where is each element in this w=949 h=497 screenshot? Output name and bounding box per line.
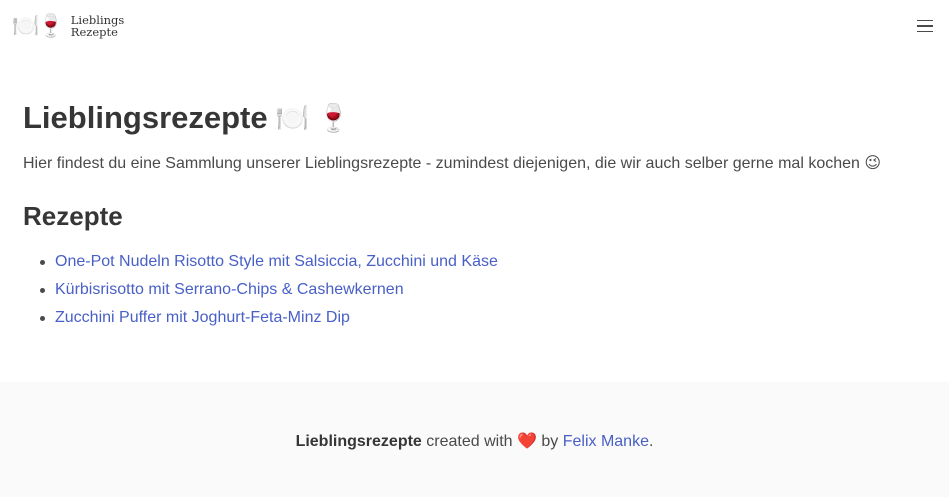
section-heading-recipes: Rezepte: [23, 201, 123, 231]
footer-created-with: created with: [426, 433, 513, 450]
plate-and-wine-icon: 🍽️🍷: [12, 13, 65, 38]
burger-line: [917, 25, 933, 27]
footer: Lieblingsrezepte created with ❤️ by Feli…: [0, 382, 949, 497]
author-link[interactable]: Felix Manke: [563, 433, 649, 450]
footer-by: by: [541, 433, 559, 450]
recipe-list: One-Pot Nudeln Risotto Style mit Salsicc…: [23, 248, 923, 332]
page-title: Lieblingsrezepte 🍽️ 🍷: [23, 98, 923, 138]
footer-period: .: [648, 433, 654, 450]
burger-line: [917, 19, 933, 22]
footer-site-name: Lieblingsrezepte: [295, 433, 422, 450]
hamburger-menu-icon[interactable]: [911, 12, 939, 40]
list-item: One-Pot Nudeln Risotto Style mit Salsicc…: [40, 248, 923, 276]
recipe-link[interactable]: Kürbisrisotto mit Serrano-Chips & Cashew…: [55, 281, 404, 298]
list-item: Kürbisrisotto mit Serrano-Chips & Cashew…: [40, 276, 923, 304]
burger-line: [917, 30, 933, 33]
recipe-link[interactable]: Zucchini Puffer mit Joghurt-Feta-Minz Di…: [55, 309, 350, 326]
navbar: 🍽️🍷 Lieblings Rezepte: [0, 0, 949, 52]
plate-and-wine-icon: 🍽️ 🍷: [275, 103, 351, 133]
brand-line-2: Rezepte: [70, 25, 118, 39]
page: 🍽️🍷 Lieblings Rezepte Lieblingsrezepte 🍽…: [0, 0, 949, 497]
brand-logo-link[interactable]: 🍽️🍷 Lieblings Rezepte: [12, 10, 124, 42]
page-title-text: Lieblingsrezepte: [23, 100, 268, 135]
footer-text: Lieblingsrezepte created with ❤️ by Feli…: [296, 431, 654, 451]
intro-text: Hier findest du eine Sammlung unserer Li…: [23, 155, 882, 172]
heart-icon: ❤️: [516, 433, 537, 450]
list-item: Zucchini Puffer mit Joghurt-Feta-Minz Di…: [40, 304, 923, 332]
main-content: Lieblingsrezepte 🍽️ 🍷 Hier findest du ei…: [23, 98, 923, 332]
brand-text: Lieblings Rezepte: [71, 14, 125, 38]
recipe-link[interactable]: One-Pot Nudeln Risotto Style mit Salsicc…: [55, 253, 498, 270]
